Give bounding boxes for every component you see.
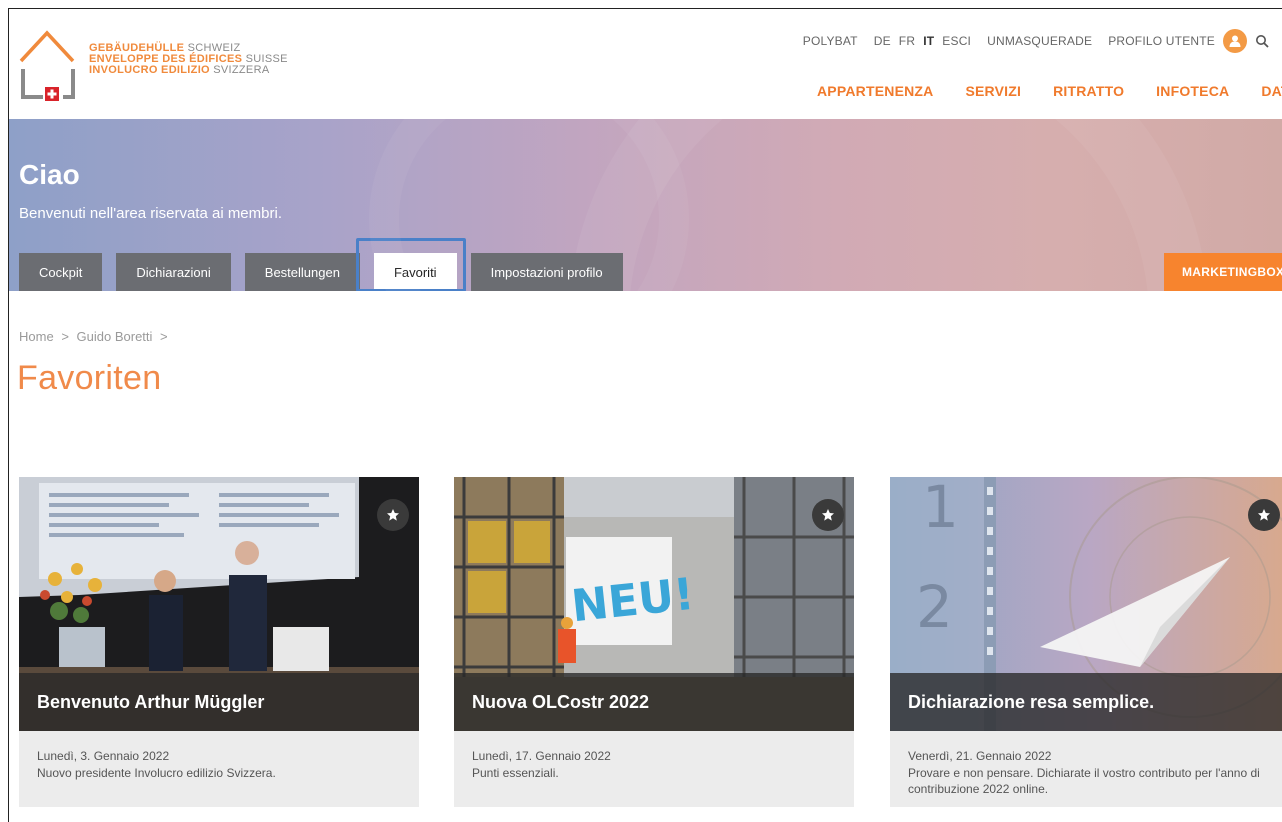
nav-ritratto[interactable]: RITRATTO [1053, 83, 1124, 99]
site-logo[interactable]: GEBÄUDEHÜLLE SCHWEIZ ENVELOPPE DES ÉDIFI… [17, 27, 297, 107]
member-tabs: Cockpit Dichiarazioni Bestellungen Favor… [19, 253, 637, 291]
favorite-card[interactable]: NEU! Nuova OLCostr 2022 Lunedì, 17. Genn… [454, 477, 854, 807]
favorite-star-icon[interactable] [377, 499, 409, 531]
marketingbox-button[interactable]: MARKETINGBOX [1164, 253, 1282, 291]
card-date: Lunedì, 17. Gennaio 2022 [472, 749, 611, 763]
search-icon[interactable] [1255, 34, 1269, 48]
card-date: Lunedì, 3. Gennaio 2022 [37, 749, 170, 763]
tab-impostazioni-profilo[interactable]: Impostazioni profilo [470, 253, 623, 291]
favorite-card[interactable]: Benvenuto Arthur Müggler Lunedì, 3. Genn… [19, 477, 419, 807]
card-title[interactable]: Dichiarazione resa semplice. [890, 673, 1282, 731]
logo-line3-rest: SVIZZERA [213, 64, 270, 76]
browser-viewport: GEBÄUDEHÜLLE SCHWEIZ ENVELOPPE DES ÉDIFI… [8, 8, 1282, 822]
card-description: Provare e non pensare. Dichiarate il vos… [908, 766, 1260, 796]
greeting-heading: Ciao [19, 159, 80, 190]
lang-fr-link[interactable]: FR [899, 34, 915, 48]
unmasquerade-link[interactable]: UNMASQUERADE [987, 34, 1092, 48]
breadcrumb-home[interactable]: Home [19, 329, 54, 344]
card-description: Punti essenziali. [472, 766, 559, 780]
breadcrumb-user[interactable]: Guido Boretti [77, 329, 153, 344]
house-logo-icon [19, 30, 75, 101]
favorite-card[interactable]: 1 2 Dichiarazione resa semplice. Venerdì… [890, 477, 1282, 807]
nav-appartenenza[interactable]: APPARTENENZA [817, 83, 933, 99]
film-digit-one: 1 [922, 477, 959, 541]
card-title[interactable]: Nuova OLCostr 2022 [454, 673, 854, 731]
card-description: Nuovo presidente Involucro edilizio Sviz… [37, 766, 276, 780]
card-date: Venerdì, 21. Gennaio 2022 [908, 749, 1052, 763]
card-title[interactable]: Benvenuto Arthur Müggler [19, 673, 419, 731]
film-digit-two: 2 [916, 573, 953, 641]
tab-cockpit[interactable]: Cockpit [19, 253, 103, 291]
nav-infoteca[interactable]: INFOTECA [1156, 83, 1229, 99]
welcome-text: Benvenuti nell'area riservata ai membri. [19, 205, 282, 222]
favorite-star-icon[interactable] [1248, 499, 1280, 531]
user-avatar-icon[interactable] [1223, 29, 1247, 53]
favorite-star-icon[interactable] [812, 499, 844, 531]
tab-dichiarazioni[interactable]: Dichiarazioni [116, 253, 231, 291]
logo-line3-accent: INVOLUCRO EDILIZIO [89, 64, 210, 76]
profile-link[interactable]: PROFILO UTENTE [1108, 34, 1215, 48]
breadcrumb-separator: > [61, 329, 69, 344]
nav-servizi[interactable]: SERVIZI [965, 83, 1021, 99]
tab-bestellungen[interactable]: Bestellungen [244, 253, 360, 291]
page-title: Favoriten [17, 359, 162, 397]
top-utility-nav: POLYBAT DE FR IT ESCI UNMASQUERADE PROFI… [795, 29, 1269, 53]
logout-link[interactable]: ESCI [942, 34, 971, 48]
lang-de-link[interactable]: DE [874, 34, 891, 48]
site-header: GEBÄUDEHÜLLE SCHWEIZ ENVELOPPE DES ÉDIFI… [9, 9, 1282, 119]
breadcrumb: Home > Guido Boretti > [19, 329, 172, 344]
hero-banner: Ciao Benvenuti nell'area riservata ai me… [9, 119, 1282, 291]
main-nav: APPARTENENZA SERVIZI RITRATTO INFOTECA D… [817, 83, 1282, 99]
lang-it-link[interactable]: IT [923, 34, 934, 48]
nav-dati[interactable]: DATI [1261, 83, 1282, 99]
logo-text: GEBÄUDEHÜLLE SCHWEIZ ENVELOPPE DES ÉDIFI… [89, 43, 288, 76]
breadcrumb-separator: > [160, 329, 168, 344]
polybat-link[interactable]: POLYBAT [803, 34, 858, 48]
tab-favoriti[interactable]: Favoriti [373, 253, 457, 291]
